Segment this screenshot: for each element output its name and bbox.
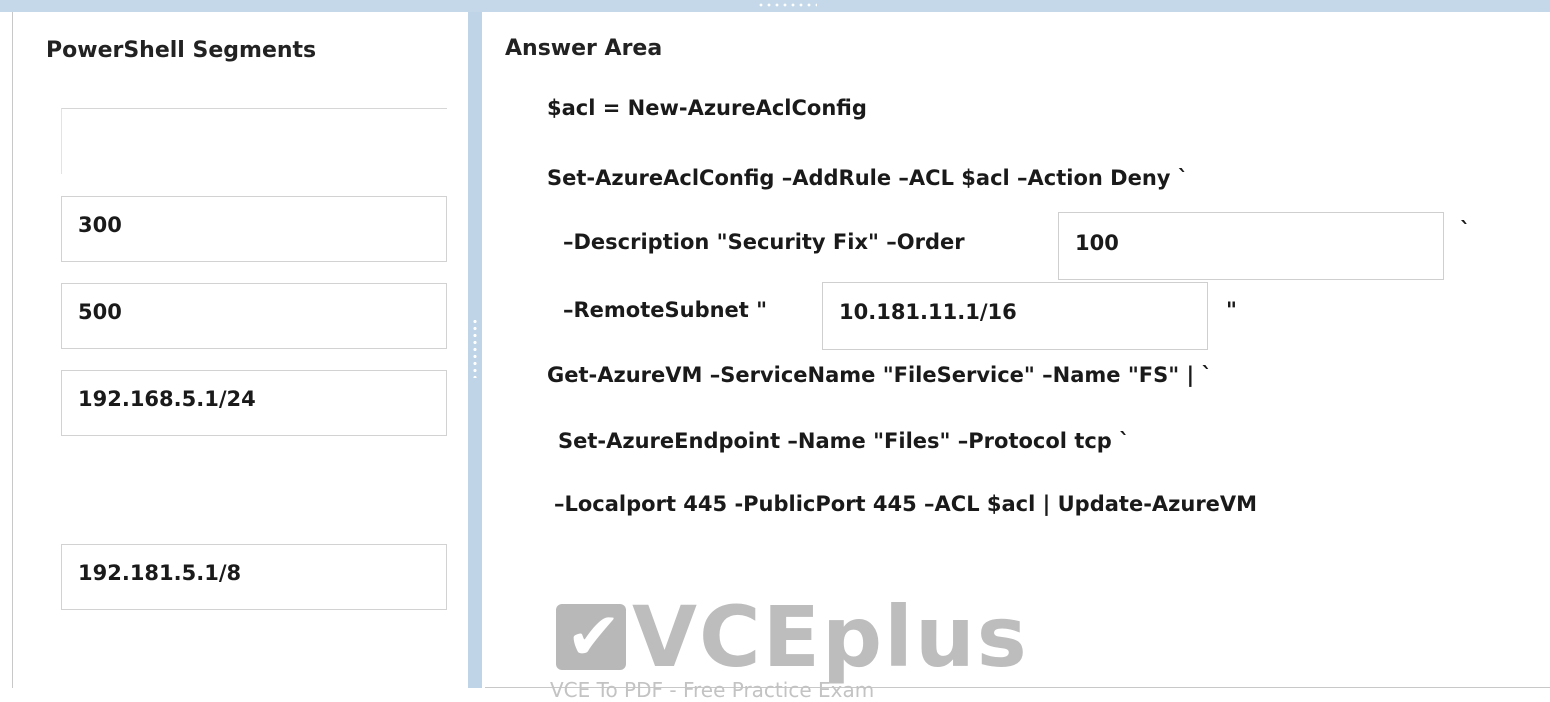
- splitter-grip-icon[interactable]: [471, 318, 479, 378]
- code-line-4-suffix: ": [1226, 298, 1237, 322]
- segment-slot-empty[interactable]: [61, 108, 447, 174]
- code-line-7: –Localport 445 -PublicPort 445 –ACL $acl…: [554, 492, 1258, 516]
- segment-label: 500: [78, 300, 122, 324]
- code-line-3-prefix: –Description "Security Fix" –Order: [563, 230, 965, 254]
- segments-panel-title: PowerShell Segments: [46, 38, 317, 63]
- top-frame-bar: [0, 0, 1550, 12]
- code-line-4-prefix: –RemoteSubnet ": [563, 298, 768, 322]
- checkmark-logo-icon: ✔: [556, 598, 626, 675]
- segment-label: 192.168.5.1/24: [78, 387, 256, 411]
- segment-192-181-5-1-8[interactable]: 192.181.5.1/8: [61, 544, 447, 610]
- subnet-value: 10.181.11.1/16: [839, 300, 1017, 324]
- code-line-5: Get-AzureVM –ServiceName "FileService" –…: [547, 363, 1213, 387]
- segment-label: 300: [78, 213, 122, 237]
- top-resize-grip[interactable]: [757, 3, 817, 7]
- watermark-tagline: VCE To PDF - Free Practice Exam: [550, 678, 875, 702]
- code-line-3-suffix: `: [1460, 218, 1471, 242]
- code-line-6: Set-AzureEndpoint –Name "Files" –Protoco…: [558, 429, 1130, 453]
- order-drop-target[interactable]: 100: [1058, 212, 1444, 280]
- code-line-2: Set-AzureAclConfig –AddRule –ACL $acl –A…: [547, 166, 1189, 190]
- vceplus-watermark: ✔ VCEplus VCE To PDF - Free Practice Exa…: [550, 588, 1027, 702]
- watermark-brand: VCEplus: [632, 588, 1029, 686]
- segment-500[interactable]: 500: [61, 283, 447, 349]
- segment-300[interactable]: 300: [61, 196, 447, 262]
- code-line-1: $acl = New-AzureAclConfig: [547, 96, 867, 120]
- segment-192-168-5-1-24[interactable]: 192.168.5.1/24: [61, 370, 447, 436]
- answer-area-title: Answer Area: [505, 36, 663, 61]
- order-value: 100: [1075, 231, 1119, 255]
- segment-label: 192.181.5.1/8: [78, 561, 242, 585]
- subnet-drop-target[interactable]: 10.181.11.1/16: [822, 282, 1208, 350]
